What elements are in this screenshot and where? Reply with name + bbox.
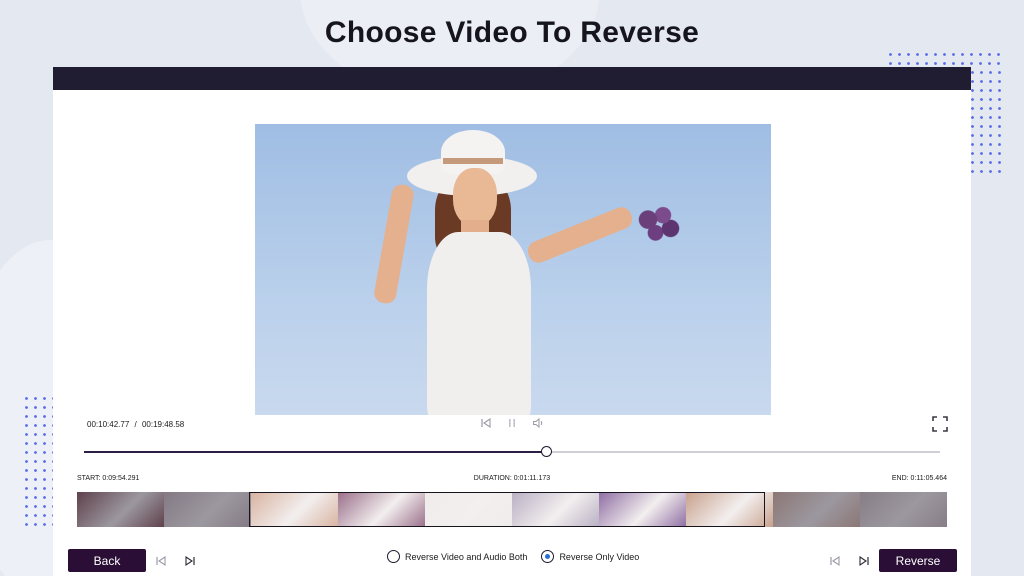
reverse-button[interactable]: Reverse [879, 549, 957, 572]
window-titlebar [53, 67, 971, 90]
filmstrip-frame [599, 492, 686, 527]
video-figure-part [427, 232, 531, 415]
filmstrip-frame [860, 492, 947, 527]
option-video-and-audio[interactable]: Reverse Video and Audio Both [387, 550, 527, 563]
trim-info: START: 0:09:54.291 DURATION: 0:01:11.173… [77, 475, 947, 487]
time-separator: / [134, 420, 137, 429]
previous-icon[interactable] [155, 554, 167, 567]
filmstrip-frame [77, 492, 164, 527]
filmstrip-frame [164, 492, 251, 527]
trim-duration: DURATION: 0:01:11.173 [473, 475, 551, 482]
page-title: Choose Video To Reverse [324, 16, 700, 49]
previous-icon[interactable] [829, 554, 841, 567]
playback-controls [480, 416, 544, 430]
option-label: Reverse Only Video [559, 551, 640, 562]
filmstrip[interactable] [77, 492, 947, 527]
video-figure-part [524, 204, 636, 266]
volume-icon[interactable] [532, 416, 544, 430]
seek-thumb[interactable] [541, 446, 553, 457]
radio-button[interactable] [541, 550, 555, 563]
option-label: Reverse Video and Audio Both [405, 551, 528, 562]
video-figure-part [453, 168, 497, 226]
radio-button[interactable] [387, 550, 400, 563]
skip-back-icon[interactable] [480, 416, 492, 430]
seek-progress [84, 451, 547, 453]
filmstrip-frame [686, 492, 773, 527]
video-preview[interactable] [255, 124, 771, 415]
next-icon[interactable] [858, 554, 870, 567]
video-figure-part [443, 158, 503, 164]
filmstrip-frame [425, 492, 512, 527]
option-video-only[interactable]: Reverse Only Video [541, 550, 639, 563]
video-figure-part [372, 183, 416, 305]
filmstrip-frame [251, 492, 338, 527]
time-readout: 00:10:42.77 / 00:19:48.58 [87, 420, 184, 429]
filmstrip-frame [512, 492, 599, 527]
next-icon[interactable] [184, 554, 196, 567]
total-time: 00:19:48.58 [141, 420, 185, 429]
seek-bar[interactable] [84, 446, 940, 457]
back-button[interactable]: Back [68, 549, 146, 572]
reverse-options: Reverse Video and Audio Both Reverse Onl… [387, 550, 639, 563]
current-time: 00:10:42.77 [87, 420, 130, 429]
pause-icon[interactable] [506, 416, 518, 430]
filmstrip-frame [773, 492, 860, 527]
fullscreen-icon[interactable] [932, 416, 948, 432]
trim-end: END: 0:11:05.464 [891, 475, 947, 482]
video-figure-part [633, 202, 683, 246]
decorative-dots [968, 68, 1004, 176]
app-window: 00:10:42.77 / 00:19:48.58 START: 0:09:54… [53, 67, 971, 576]
filmstrip-frame [338, 492, 425, 527]
decorative-dots [886, 50, 1004, 68]
